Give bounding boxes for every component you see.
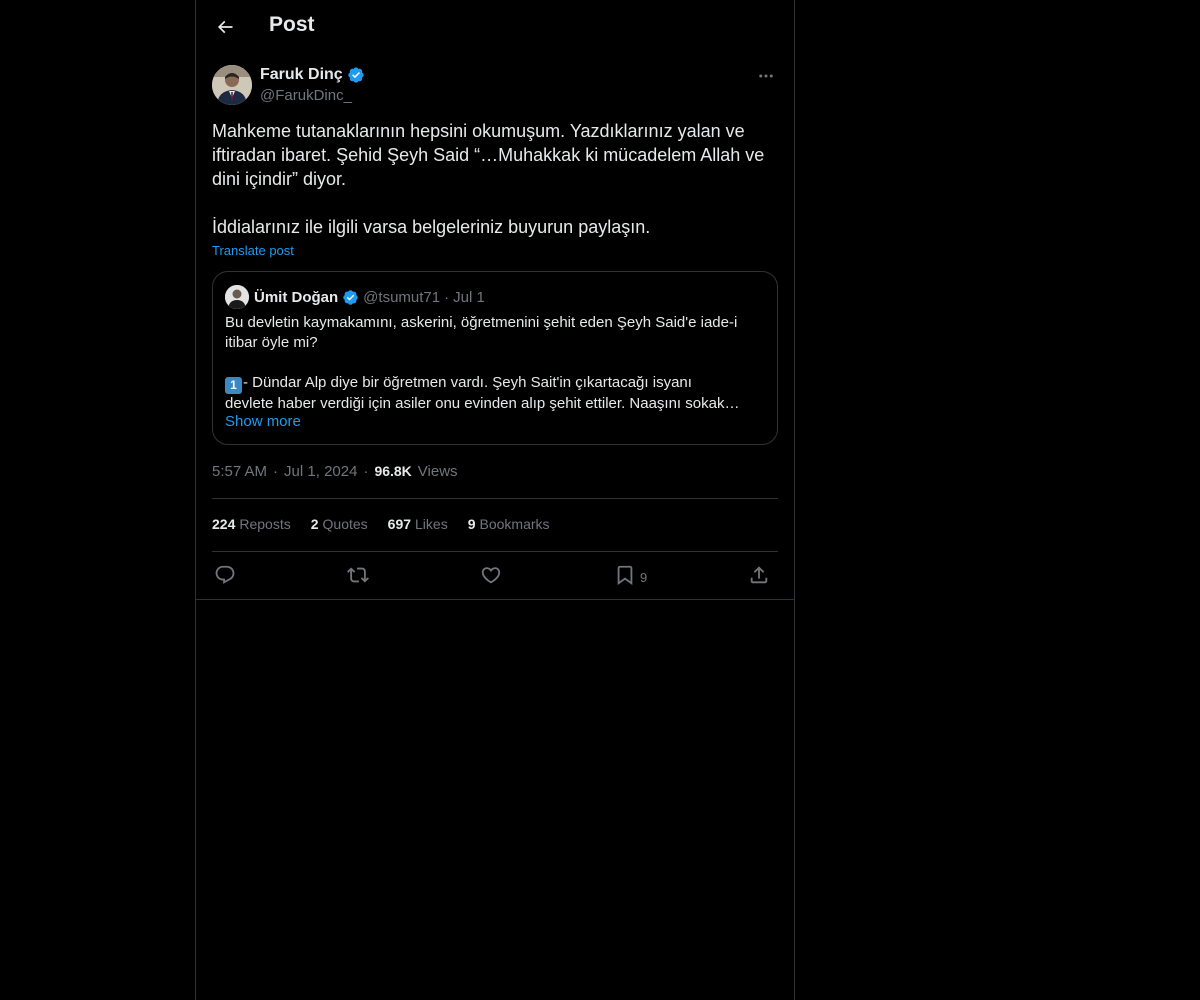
divider: [212, 498, 778, 499]
reposts-stat[interactable]: 224 Reposts: [212, 516, 291, 536]
arrow-left-icon: [215, 17, 235, 37]
post-text: Mahkeme tutanaklarının hepsini okumuşum.…: [212, 121, 765, 237]
separator-dot: ·: [273, 463, 279, 480]
action-bar: 9: [212, 562, 778, 588]
bookmark-icon: [614, 564, 636, 586]
translate-post-link[interactable]: Translate post: [212, 243, 294, 258]
views-count: 96.8K: [374, 463, 412, 479]
keycap-one-emoji: 1: [225, 377, 242, 394]
share-button[interactable]: [748, 562, 770, 588]
quote-author-name[interactable]: Ümit Doğan: [254, 289, 338, 306]
share-icon: [748, 564, 770, 586]
post-bottom-border: [196, 599, 794, 600]
show-more-link[interactable]: Show more: [225, 413, 301, 430]
post-author: Faruk Dinç @FarukDinc_: [212, 64, 778, 108]
likes-stat[interactable]: 697 Likes: [388, 516, 448, 536]
post-stats: 224 Reposts 2 Quotes 697 Likes 9 Bookmarks: [212, 516, 550, 536]
like-button[interactable]: [480, 562, 502, 588]
quote-line-blank: [225, 353, 765, 373]
avatar[interactable]: [212, 65, 252, 105]
bookmarks-stat[interactable]: 9 Bookmarks: [468, 516, 550, 536]
quote-line: Bu devletin kaymakamını, askerini, öğret…: [225, 314, 738, 331]
post-date[interactable]: Jul 1, 2024: [284, 463, 357, 480]
more-options-button[interactable]: [754, 64, 778, 88]
repost-icon: [347, 564, 369, 586]
author-name[interactable]: Faruk Dinç: [260, 66, 365, 84]
post-time[interactable]: 5:57 AM: [212, 463, 267, 480]
verified-badge-icon: [342, 289, 359, 306]
quote-text: Bu devletin kaymakamını, askerini, öğret…: [225, 313, 765, 414]
verified-badge-icon: [347, 66, 365, 84]
back-button[interactable]: [208, 10, 242, 44]
repost-button[interactable]: [347, 562, 369, 588]
quote-author-handle: @tsumut71: [363, 288, 441, 306]
heart-icon: [480, 564, 502, 586]
top-bar: Post: [196, 0, 794, 54]
divider: [212, 551, 778, 552]
views-label: Views: [417, 463, 458, 480]
author-handle[interactable]: @FarukDinc_: [260, 87, 352, 104]
quote-line: 1- Dündar Alp diye bir öğretmen vardı. Ş…: [225, 373, 765, 394]
reply-icon: [214, 564, 236, 586]
page-title: Post: [269, 13, 315, 36]
post-meta: 5:57 AM · Jul 1, 2024 · 96.8K Views: [212, 463, 458, 480]
separator-dot: ·: [363, 463, 369, 480]
more-horizontal-icon: [757, 67, 775, 85]
quote-date: Jul 1: [453, 288, 485, 306]
quoted-post[interactable]: Ümit Doğan @tsumut71 · Jul 1 Bu devletin…: [212, 271, 778, 445]
quote-header: Ümit Doğan @tsumut71 · Jul 1: [254, 287, 485, 307]
quote-avatar: [225, 285, 249, 309]
bookmark-button[interactable]: 9: [614, 562, 647, 588]
post-column: Post Faruk Dinç @FarukDinc_ Mahkeme tuta…: [195, 0, 795, 1000]
quote-line: itibar öyle mi?: [225, 334, 318, 351]
reply-button[interactable]: [214, 562, 236, 588]
bookmark-count: 9: [640, 570, 648, 585]
separator-dot: ·: [444, 288, 450, 306]
quotes-stat[interactable]: 2 Quotes: [311, 516, 368, 536]
quote-line: devlete haber verdiği için asiler onu ev…: [225, 395, 740, 412]
